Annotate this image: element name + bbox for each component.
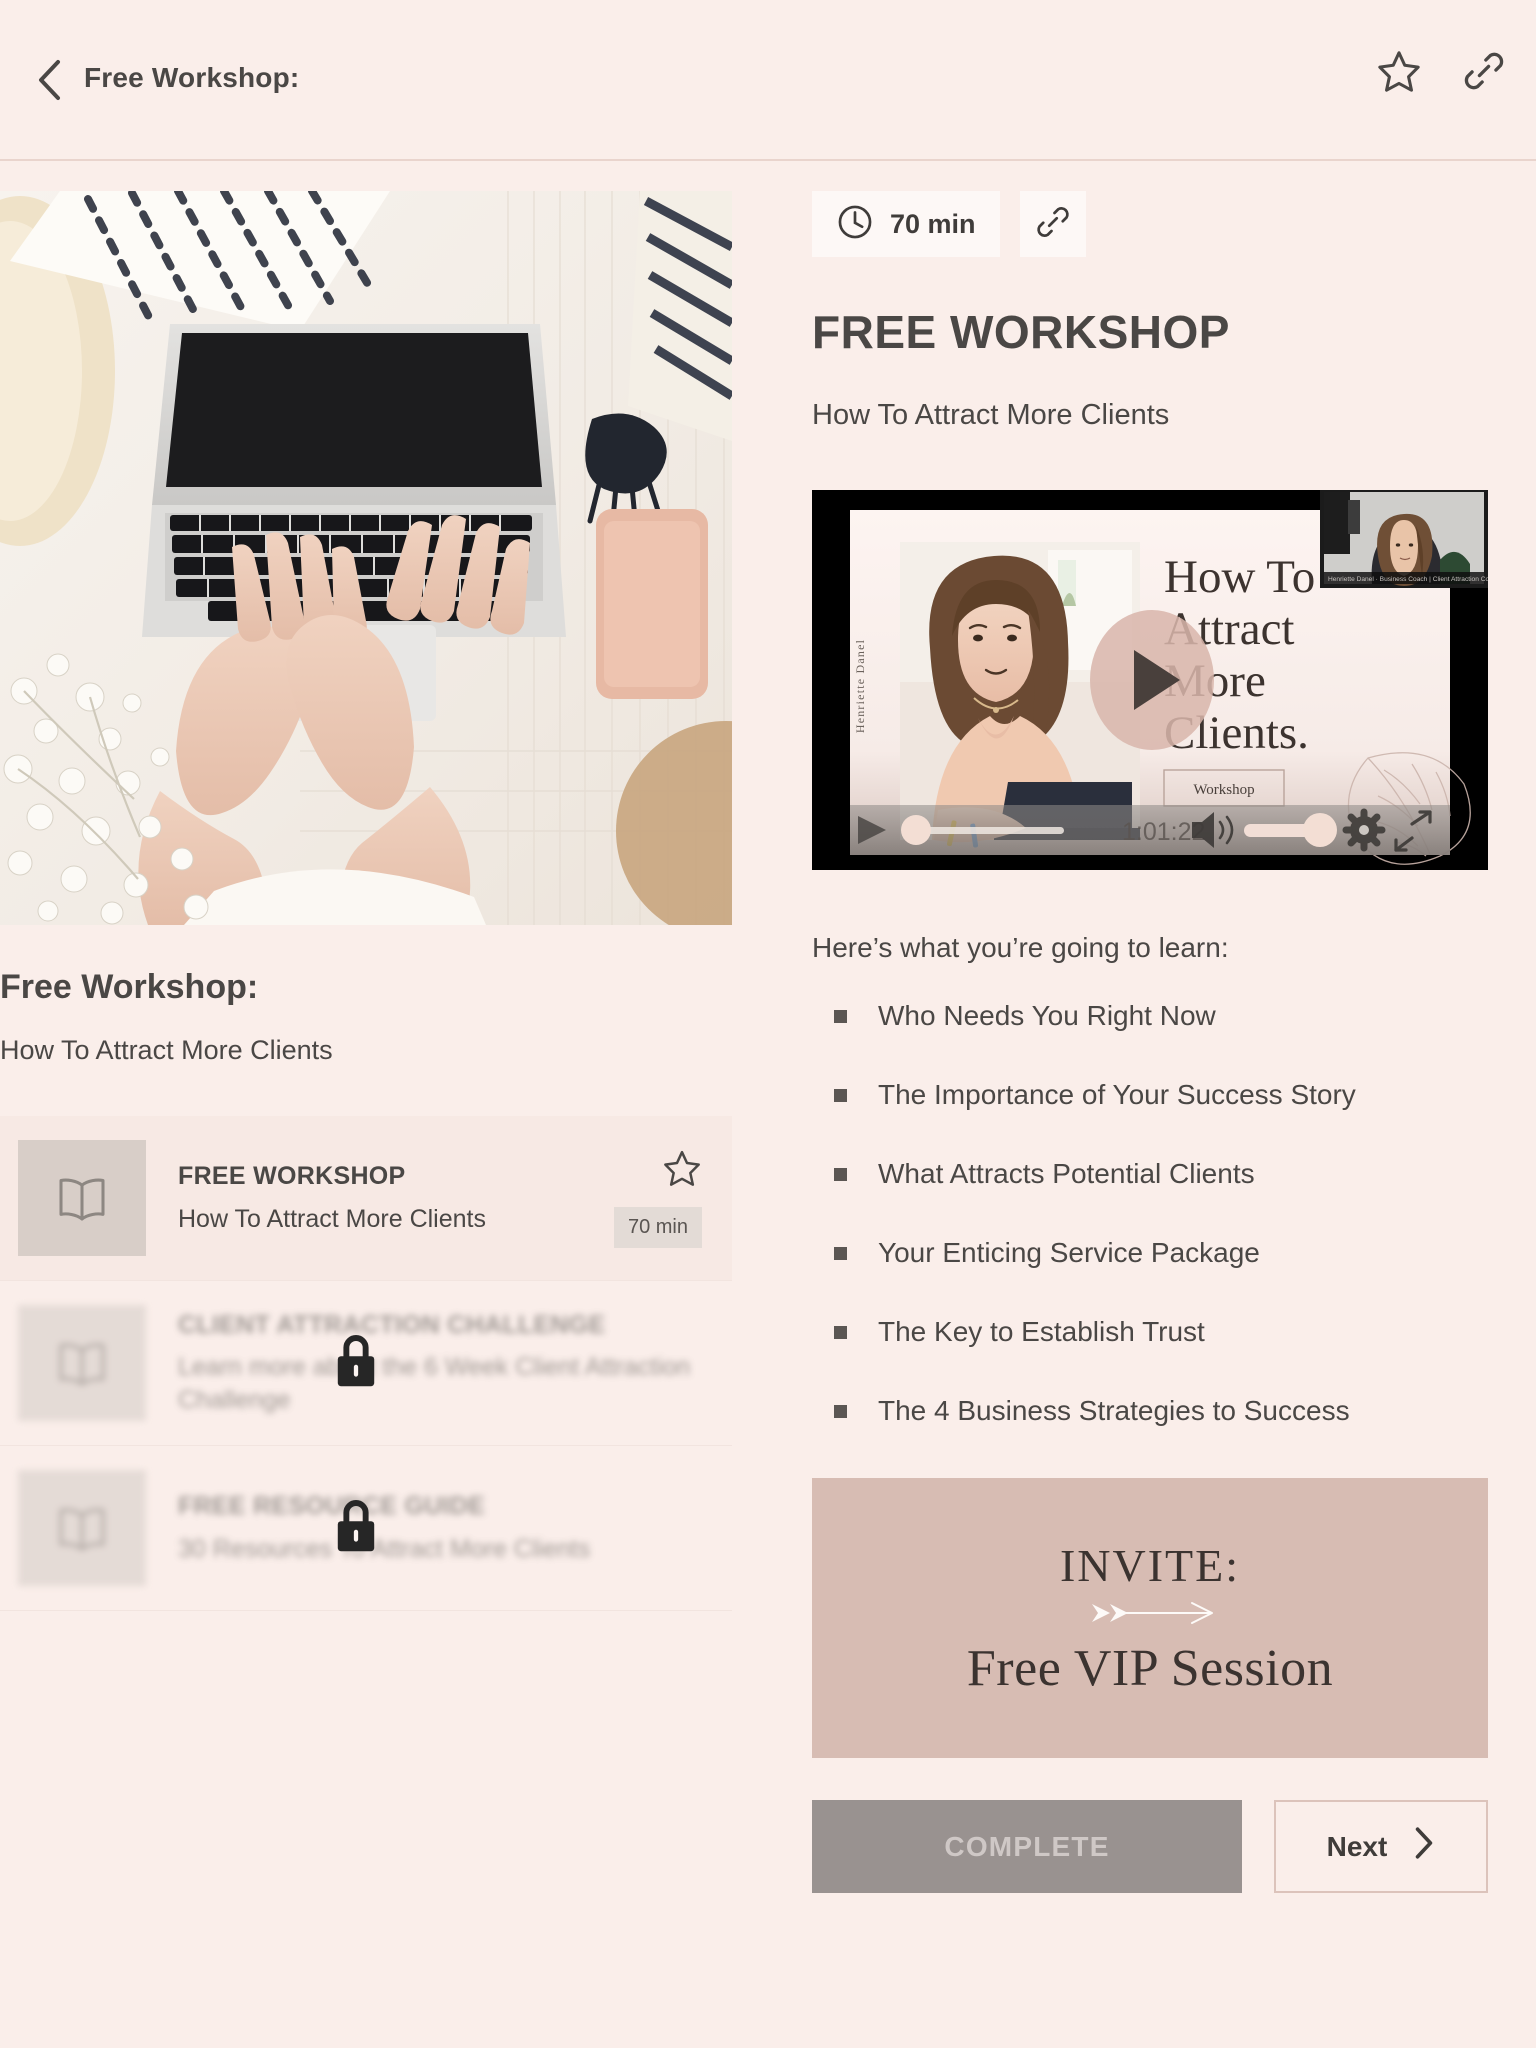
list-item: The 4 Business Strategies to Success xyxy=(812,1393,1488,1428)
lesson-list: FREE WORKSHOP How To Attract More Client… xyxy=(0,1116,732,1612)
book-icon xyxy=(18,1470,146,1587)
hero-image xyxy=(0,191,732,925)
list-item-title: FREE RESOURCE GUIDE xyxy=(178,1492,486,1521)
bullet-square-icon xyxy=(812,1393,878,1418)
svg-text:How To: How To xyxy=(1164,551,1315,603)
footer-actions: COMPLETE Next xyxy=(812,1800,1488,1893)
top-bar-actions xyxy=(1376,48,1506,99)
lock-icon xyxy=(330,1331,382,1396)
star-outline-icon[interactable] xyxy=(662,1148,702,1193)
page-title: Free Workshop: xyxy=(84,62,300,93)
lock-icon xyxy=(330,1496,382,1561)
left-section-title: Free Workshop: xyxy=(0,968,259,1006)
list-item-title: FREE WORKSHOP xyxy=(178,1162,406,1191)
learn-list: Who Needs You Right Now The Importance o… xyxy=(812,998,1488,1428)
next-button[interactable]: Next xyxy=(1274,1800,1488,1893)
book-icon xyxy=(18,1140,146,1257)
list-item-title: CLIENT ATTRACTION CHALLENGE xyxy=(178,1311,606,1340)
duration-pill: 70 min xyxy=(812,191,1000,257)
content-title: FREE WORKSHOP xyxy=(812,306,1230,358)
left-section-subtitle: How To Attract More Clients xyxy=(0,1034,333,1065)
invite-headline: INVITE: xyxy=(1059,1539,1241,1591)
left-column: Free Workshop: How To Attract More Clien… xyxy=(0,191,732,1612)
chevron-right-icon xyxy=(1413,1824,1435,1869)
complete-button[interactable]: COMPLETE xyxy=(812,1800,1242,1893)
bullet-square-icon xyxy=(812,1235,878,1260)
list-item-desc: How To Attract More Clients xyxy=(178,1204,486,1233)
right-column: 70 min FREE WORKSHOP How To Attract More… xyxy=(812,191,1488,1893)
invite-subheadline: Free VIP Session xyxy=(966,1639,1334,1697)
learn-item-text: What Attracts Potential Clients xyxy=(878,1158,1255,1189)
learn-item-text: The Importance of Your Success Story xyxy=(878,1079,1356,1110)
list-item[interactable]: CLIENT ATTRACTION CHALLENGE Learn more a… xyxy=(0,1281,732,1447)
arrow-right-icon xyxy=(1070,1598,1230,1633)
top-bar: Free Workshop: xyxy=(0,0,1536,161)
bullet-square-icon xyxy=(812,1156,878,1181)
svg-text:Henriette Danel: Henriette Danel xyxy=(853,639,867,733)
learn-item-text: Your Enticing Service Package xyxy=(878,1237,1260,1268)
learn-intro: Here’s what you’re going to learn: xyxy=(812,932,1229,963)
bullet-square-icon xyxy=(812,1077,878,1102)
bullet-square-icon xyxy=(812,1314,878,1339)
duration-badge: 70 min xyxy=(613,1207,702,1249)
link-icon[interactable] xyxy=(1462,49,1506,98)
book-icon xyxy=(18,1305,146,1422)
list-item: Your Enticing Service Package xyxy=(812,1235,1488,1270)
list-item: What Attracts Potential Clients xyxy=(812,1156,1488,1191)
content-subtitle: How To Attract More Clients xyxy=(812,399,1170,431)
link-icon xyxy=(1035,204,1071,245)
list-item-body: FREE WORKSHOP How To Attract More Client… xyxy=(146,1161,606,1235)
list-item[interactable]: FREE WORKSHOP How To Attract More Client… xyxy=(0,1116,732,1282)
list-item: The Key to Establish Trust xyxy=(812,1314,1488,1349)
next-button-label: Next xyxy=(1326,1830,1388,1862)
learn-item-text: Who Needs You Right Now xyxy=(878,1000,1216,1031)
list-item-meta: 70 min xyxy=(606,1148,702,1249)
star-outline-icon[interactable] xyxy=(1376,48,1422,99)
list-item-body: FREE RESOURCE GUIDE 30 Resources To Attr… xyxy=(146,1491,702,1565)
gear-icon xyxy=(1342,808,1386,852)
list-item-body: CLIENT ATTRACTION CHALLENGE Learn more a… xyxy=(146,1310,702,1416)
learn-item-text: The 4 Business Strategies to Success xyxy=(878,1395,1350,1426)
video-player[interactable]: Henriette Danel How To Attract More Clie… xyxy=(812,490,1488,870)
meta-row: 70 min xyxy=(812,191,1488,257)
invite-banner[interactable]: INVITE: Free VIP Session xyxy=(812,1478,1488,1758)
duration-text: 70 min xyxy=(890,208,976,239)
back-chevron-icon[interactable] xyxy=(36,58,62,102)
copy-link-button[interactable] xyxy=(1019,191,1086,257)
webcam-caption-text: Henriette Danel · Business Coach | Clien… xyxy=(1328,576,1488,583)
svg-text:Workshop: Workshop xyxy=(1193,782,1254,798)
list-item: The Importance of Your Success Story xyxy=(812,1077,1488,1112)
list-item[interactable]: FREE RESOURCE GUIDE 30 Resources To Attr… xyxy=(0,1446,732,1612)
bullet-square-icon xyxy=(812,998,878,1023)
list-item-desc: Learn more about the 6 Week Client Attra… xyxy=(178,1353,691,1414)
list-item-desc: 30 Resources To Attract More Clients xyxy=(178,1534,591,1563)
play-circle-icon xyxy=(1090,610,1214,750)
clock-icon xyxy=(836,203,874,246)
learn-item-text: The Key to Establish Trust xyxy=(878,1316,1205,1347)
list-item: Who Needs You Right Now xyxy=(812,998,1488,1033)
